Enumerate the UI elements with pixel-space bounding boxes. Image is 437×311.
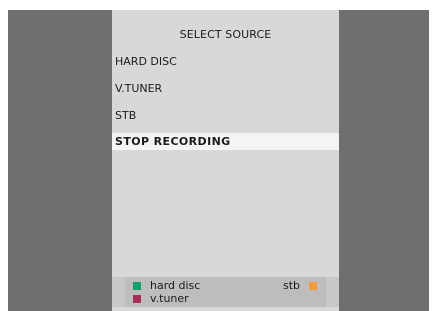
green-key-icon [133,282,141,290]
menu-item-hard-disc[interactable]: HARD DISC [112,53,339,70]
menu-title: SELECT SOURCE [179,28,272,41]
v-tuner-key-label: v.tuner [150,292,189,305]
menu-item-v-tuner[interactable]: V.TUNER [112,80,339,97]
menu-item-stb[interactable]: STB [112,107,339,124]
footer-right-strip [326,277,339,307]
select-source-menu: SELECT SOURCE HARD DISC V.TUNER STB STOP… [112,10,339,311]
hard-disc-key-label: hard disc [150,279,201,292]
orange-key-icon [309,282,317,290]
red-key-icon [133,295,141,303]
color-key-footer: hard disc v.tuner stb [112,277,339,307]
footer-left-strip [112,277,125,307]
stb-key-label: stb [283,279,301,292]
menu-item-stop-recording[interactable]: STOP RECORDING [112,133,339,150]
